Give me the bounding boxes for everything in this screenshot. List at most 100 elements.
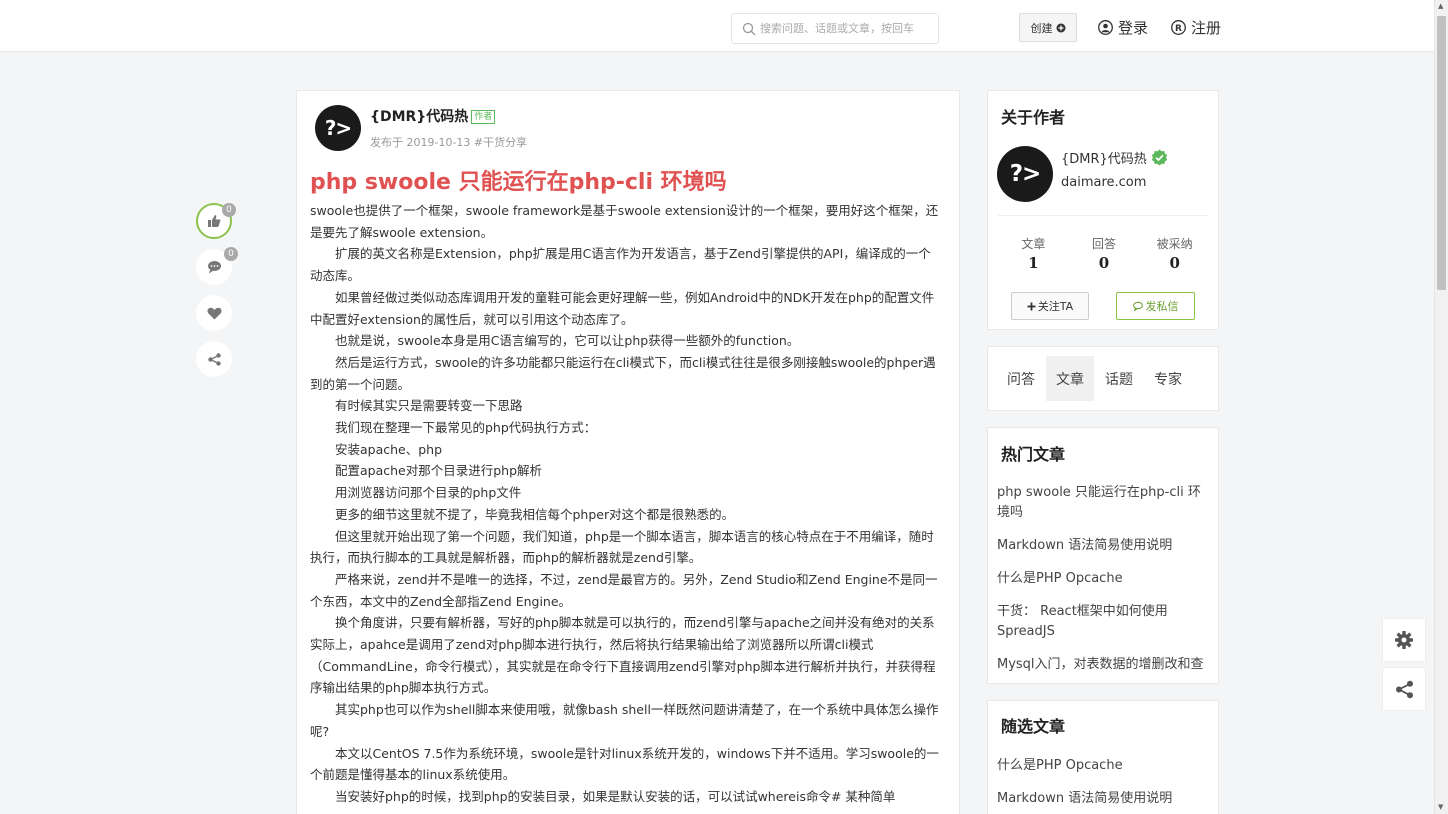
divider <box>998 215 1208 216</box>
register-label: 注册 <box>1191 19 1222 37</box>
follow-label: 关注TA <box>1037 300 1074 313</box>
content-tabs: 问答 文章 话题 专家 <box>987 346 1219 411</box>
follow-button[interactable]: 关注TA <box>1011 292 1089 320</box>
login-link[interactable]: 登录 <box>1098 17 1148 38</box>
author-name[interactable]: {DMR}代码热 <box>370 109 468 125</box>
stat-value: 0 <box>1169 254 1180 272</box>
settings-button[interactable] <box>1382 618 1426 662</box>
post-meta: 发布于 2019-10-13 #干货分享 <box>370 136 528 149</box>
author-tag-badge: 作者 <box>471 110 496 124</box>
scrollbar-thumb[interactable] <box>1437 16 1446 290</box>
tab-articles[interactable]: 文章 <box>1046 356 1094 401</box>
top-navbar: 创建 登录 R 注册 <box>0 0 1434 52</box>
comment-count-badge: 0 <box>224 247 238 261</box>
tab-topics[interactable]: 话题 <box>1095 356 1143 401</box>
thumbs-up-icon <box>208 215 221 227</box>
gear-icon <box>1395 631 1413 649</box>
search-icon <box>742 22 756 35</box>
register-link[interactable]: R 注册 <box>1171 17 1221 38</box>
random-article-link[interactable]: Markdown 语法简易使用说明 <box>997 789 1211 809</box>
random-articles-list: 什么是PHP Opcache Markdown 语法简易使用说明 <box>997 756 1211 814</box>
hot-article-link[interactable]: Mysql入门，对表数据的增删改和查 <box>997 655 1211 675</box>
author-avatar[interactable]: ?> <box>315 105 361 151</box>
paragraph: 有时候其实只是需要转变一下思路 <box>335 398 523 414</box>
tab-experts[interactable]: 专家 <box>1144 356 1192 401</box>
create-button[interactable]: 创建 <box>1019 13 1077 42</box>
paragraph: 换个角度讲，只要有解析器，写好的php脚本就是可以执行的，而zend引擎与apa… <box>310 615 936 696</box>
login-label: 登录 <box>1118 19 1149 37</box>
plus-circle-icon <box>1056 23 1065 32</box>
hot-article-link[interactable]: 什么是PHP Opcache <box>997 569 1211 589</box>
paragraph: swoole也提供了一个框架，swoole framework是基于swoole… <box>310 203 939 240</box>
search-input[interactable] <box>760 22 930 35</box>
paragraph: 然后是运行方式，swoole的许多功能都只能运行在cli模式下，而cli模式往往… <box>310 354 936 392</box>
article-content: swoole也提供了一个框架，swoole framework是基于swoole… <box>310 200 942 808</box>
comment-icon <box>207 261 221 274</box>
stat-value: 0 <box>1098 254 1110 272</box>
author-name-row: {DMR}代码热 作者 <box>370 106 496 126</box>
paragraph: 安装apache、php <box>335 441 443 457</box>
tab-questions[interactable]: 问答 <box>997 356 1045 401</box>
page-scrollbar[interactable]: ▲ ▼ <box>1434 0 1448 814</box>
paragraph: 配置apache对那个目录进行php解析 <box>335 463 543 479</box>
article-card: ?> {DMR}代码热 作者 发布于 2019-10-13 #干货分享 php s… <box>296 90 960 814</box>
stat-answers[interactable]: 回答 0 <box>1069 235 1140 272</box>
send-message-label: 发私信 <box>1145 300 1179 313</box>
send-message-button[interactable]: 发私信 <box>1116 292 1195 320</box>
paragraph: 更多的细节这里就不提了，毕竟我相信每个phper对这个都是很熟悉的。 <box>335 506 735 522</box>
stat-accepted[interactable]: 被采纳 0 <box>1139 235 1210 272</box>
paragraph: 但这里就开始出现了第一个问题，我们知道，php是一个脚本语言，脚本语言的核心特点… <box>310 528 934 566</box>
paragraph: 扩展的英文名称是Extension，php扩展是用C语言作为开发语言，基于Zen… <box>310 246 931 284</box>
like-count-badge: 0 <box>222 203 236 217</box>
scroll-up-arrow-icon[interactable]: ▲ <box>1438 2 1443 10</box>
paragraph: 也就是说，swoole本身是用C语言编写的，它可以让php获得一些额外的func… <box>335 333 800 349</box>
about-author-name[interactable]: {DMR}代码热 <box>1061 148 1147 167</box>
hot-article-link[interactable]: Markdown 语法简易使用说明 <box>997 536 1211 556</box>
article-title: php swoole 只能运行在php-cli 环境吗 <box>310 170 727 195</box>
registered-icon: R <box>1171 20 1186 35</box>
author-stats: 文章 1 回答 0 被采纳 0 <box>998 235 1210 272</box>
user-icon <box>1098 20 1113 35</box>
about-author-title: 关于作者 <box>1001 108 1066 127</box>
hot-articles-card: 热门文章 php swoole 只能运行在php-cli 环境吗 Markdow… <box>987 427 1219 684</box>
paragraph: 我们现在整理一下最常见的php代码执行方式： <box>335 420 597 436</box>
stat-value: 1 <box>1028 254 1039 272</box>
article-author: ?> {DMR}代码热 作者 发布于 2019-10-13 #干货分享 <box>315 105 527 151</box>
share-icon <box>1395 680 1413 698</box>
stat-articles[interactable]: 文章 1 <box>998 235 1069 272</box>
about-author-name-row: {DMR}代码热 <box>1061 148 1168 167</box>
stat-label: 文章 <box>1021 237 1046 251</box>
random-articles-title: 随选文章 <box>1001 717 1066 736</box>
chat-icon <box>1132 301 1143 311</box>
about-author-avatar[interactable]: ?> <box>997 146 1053 202</box>
like-button[interactable]: 0 <box>196 203 236 239</box>
hot-article-link[interactable]: php swoole 只能运行在php-cli 环境吗 <box>997 483 1211 523</box>
favorite-button[interactable] <box>196 295 232 331</box>
share-float-button[interactable] <box>1382 667 1426 711</box>
stat-label: 被采纳 <box>1156 237 1193 251</box>
stat-label: 回答 <box>1092 237 1117 251</box>
paragraph: 如果曾经做过类似动态库调用开发的童鞋可能会更好理解一些，例如Android中的N… <box>310 289 935 327</box>
verified-badge-icon <box>1151 149 1168 166</box>
paragraph: 其实php也可以作为shell脚本来使用哦，就像bash shell一样既然问题… <box>310 702 939 739</box>
scroll-down-arrow-icon[interactable]: ▼ <box>1438 803 1443 811</box>
plus-icon <box>1027 302 1036 310</box>
paragraph: 当安装好php的时候，找到php的安装目录，如果是默认安装的话，可以试试wher… <box>335 788 896 804</box>
paragraph: 本文以CentOS 7.5作为系统环境，swoole是针对linux系统开发的，… <box>310 745 939 783</box>
random-articles-card: 随选文章 什么是PHP Opcache Markdown 语法简易使用说明 <box>987 700 1219 814</box>
search-box[interactable] <box>731 13 939 44</box>
about-author-card: 关于作者 ?> {DMR}代码热 daimare.com 文章 1 回答 0 被… <box>987 90 1219 330</box>
svg-text:R: R <box>1175 24 1182 34</box>
about-author-site: daimare.com <box>1061 175 1147 190</box>
hot-articles-list: php swoole 只能运行在php-cli 环境吗 Markdown 语法简… <box>997 483 1211 688</box>
paragraph: 用浏览器访问那个目录的php文件 <box>335 485 522 501</box>
share-icon <box>207 352 221 366</box>
comment-button[interactable]: 0 <box>196 247 238 285</box>
paragraph: 严格来说，zend并不是唯一的选择，不过，zend是最官方的。另外，Zend S… <box>310 571 938 609</box>
random-article-link[interactable]: 什么是PHP Opcache <box>997 756 1211 776</box>
hot-articles-title: 热门文章 <box>1001 445 1066 464</box>
share-button[interactable] <box>196 341 232 377</box>
create-label: 创建 <box>1030 21 1053 35</box>
hot-article-link[interactable]: 干货： React框架中如何使用SpreadJS <box>997 602 1211 642</box>
heart-icon <box>206 307 222 319</box>
